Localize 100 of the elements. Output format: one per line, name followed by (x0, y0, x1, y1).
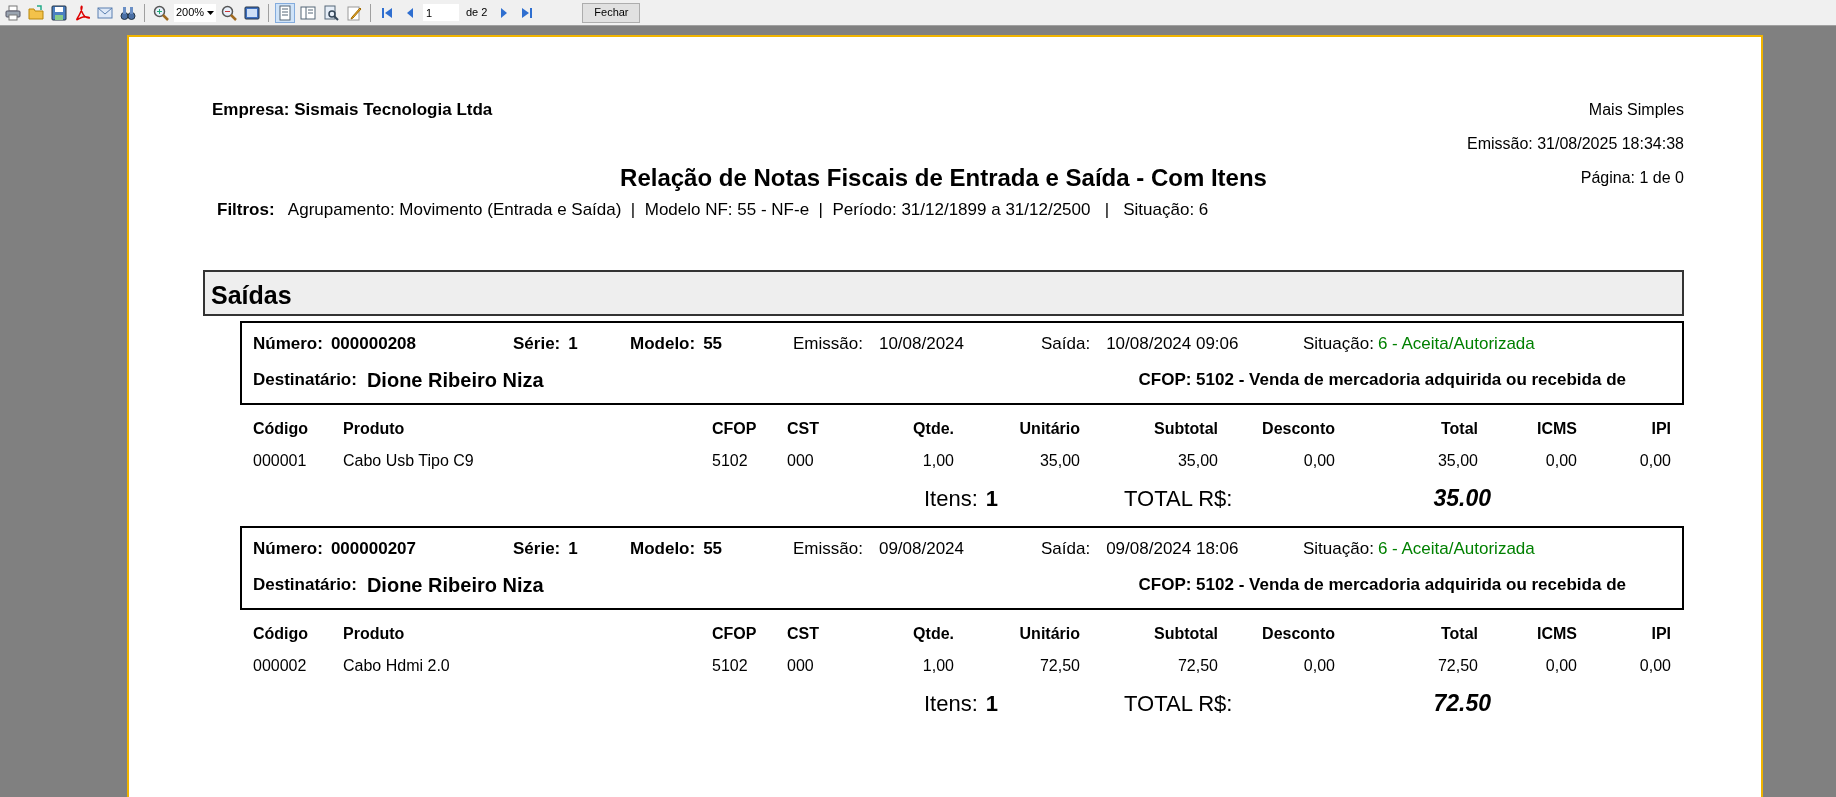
toolbar-button[interactable] (49, 2, 69, 23)
field-value: 1 (568, 538, 578, 558)
items-count: 1 (985, 485, 999, 513)
report-title: Relação de Notas Fiscais de Entrada e Saída - Com Itens (620, 163, 1267, 193)
caret-icon (207, 10, 214, 15)
column-header: Unitário (1018, 623, 1080, 644)
total-label: TOTAL R$: (1124, 690, 1233, 718)
filters-label: Filtros: (217, 200, 275, 219)
field-value: 000000207 (330, 538, 416, 558)
column-header: Produto (343, 418, 406, 439)
field-label: Número: (253, 538, 323, 558)
table-cell-text: 5102 (712, 450, 749, 471)
column-header: Total (1439, 623, 1478, 644)
table-cell-text: 000 (787, 450, 815, 471)
field-label: Destinatário: (253, 573, 357, 596)
monitor-icon (244, 4, 260, 21)
table-cell-text: 0,00 (1638, 655, 1671, 676)
field-label: Série: (513, 333, 561, 353)
table-cell-text: 0,00 (1544, 450, 1577, 471)
close-button[interactable]: Fechar (582, 2, 641, 23)
cfop-text: CFOP: 5102 - Venda de mercadoria adquirida ou recebida de (1138, 573, 1626, 596)
folder-icon (28, 4, 44, 21)
field-value: 10/08/2024 (878, 333, 964, 353)
save-icon (51, 4, 67, 21)
page-count: de 2 (466, 5, 488, 21)
column-header: Código (253, 623, 310, 644)
binoculars-icon (120, 4, 136, 21)
toolbar-button[interactable] (3, 2, 23, 23)
total-value: 35.00 (1433, 484, 1491, 514)
column-header: Qtde. (912, 418, 954, 439)
table-cell-text: 72,50 (1038, 655, 1080, 676)
column-header: Subtotal (1153, 623, 1218, 644)
field-label: Destinatário: (253, 368, 357, 391)
field-value: 09/08/2024 18:06 (1106, 538, 1239, 558)
field-value: 6 - Aceita/Autorizada (1377, 333, 1535, 353)
magnifier-icon (323, 4, 339, 21)
items-count: 1 (985, 690, 999, 718)
panes-icon (300, 4, 316, 21)
filters-text: Agrupamento: Movimento (Entrada e Saída) | Modelo NF: 55 - NF-e | Período: 31/12/1899 a 31/12/2500 | Situação: 6 (287, 200, 1209, 219)
cfop-text: CFOP: 5102 - Venda de mercadoria adquirida ou recebida de (1138, 368, 1626, 391)
field-label: Modelo: (630, 333, 696, 353)
field-value: 09/08/2024 (878, 538, 964, 558)
table-cell-text: 000002 (253, 655, 308, 676)
field-label: Emissão: (793, 333, 863, 353)
field-value: 55 (703, 538, 723, 558)
field-label: Número: (253, 333, 323, 353)
field-label: Emissão: (793, 538, 863, 558)
field-value: 6 - Aceita/Autorizada (1377, 538, 1535, 558)
table-cell-text: Cabo Usb Tipo C9 (343, 450, 475, 471)
page-icon (277, 4, 293, 21)
field-value: 10/08/2024 09:06 (1106, 333, 1239, 353)
table-cell-text: 35,00 (1176, 450, 1218, 471)
column-header: CFOP (712, 623, 758, 644)
field-label: Série: (513, 538, 561, 558)
items-label: Itens: (924, 690, 978, 718)
recipient-name: Dione Ribeiro Niza (366, 367, 544, 393)
brand-text: Mais Simples (1588, 100, 1684, 120)
pencil-icon (346, 4, 362, 21)
pdf-icon (74, 4, 90, 21)
table-cell-text: 35,00 (1436, 450, 1478, 471)
table-cell-text: 0,00 (1302, 450, 1335, 471)
printer-icon (5, 4, 21, 21)
column-header: Unitário (1018, 418, 1080, 439)
total-value: 72.50 (1433, 689, 1491, 719)
field-value: 55 (703, 333, 723, 353)
field-value: 000000208 (330, 333, 416, 353)
field-label: Modelo: (630, 538, 696, 558)
field-label: Situação: (1303, 333, 1374, 353)
emission-date: Emissão: 31/08/2025 18:34:38 (1466, 134, 1684, 154)
table-cell-text: 1,00 (921, 655, 954, 676)
company-name: Empresa: Sismais Tecnologia Ltda (212, 99, 494, 122)
column-header: IPI (1650, 418, 1671, 439)
table-cell-text: 0,00 (1544, 655, 1577, 676)
table-cell-text: 0,00 (1638, 450, 1671, 471)
table-cell-text: 000 (787, 655, 815, 676)
field-label: Situação: (1303, 538, 1374, 558)
page-number: Página: 1 de 0 (1580, 168, 1684, 188)
items-label: Itens: (924, 485, 978, 513)
zoom-in-icon (153, 4, 169, 21)
column-header: Subtotal (1153, 418, 1218, 439)
column-header: Total (1439, 418, 1478, 439)
envelope-icon (97, 4, 113, 21)
column-header: Qtde. (912, 623, 954, 644)
table-cell-text: Cabo Hdmi 2.0 (343, 655, 451, 676)
zoom-dropdown[interactable]: 200% (174, 3, 216, 22)
column-header: CST (787, 418, 820, 439)
column-header: ICMS (1536, 418, 1577, 439)
table-cell-text: 5102 (712, 655, 749, 676)
page-field[interactable]: 1 (423, 4, 459, 21)
toolbar-button[interactable] (321, 2, 341, 23)
table-cell-text: 35,00 (1038, 450, 1080, 471)
field-label: Saída: (1041, 538, 1091, 558)
section-heading: Saídas (203, 269, 1684, 316)
table-cell-text: 72,50 (1436, 655, 1478, 676)
table-cell-text: 000001 (253, 450, 308, 471)
column-header: IPI (1650, 623, 1671, 644)
column-header: Produto (343, 623, 406, 644)
field-value: 1 (568, 333, 578, 353)
table-cell-text: 0,00 (1302, 655, 1335, 676)
total-label: TOTAL R$: (1124, 485, 1233, 513)
